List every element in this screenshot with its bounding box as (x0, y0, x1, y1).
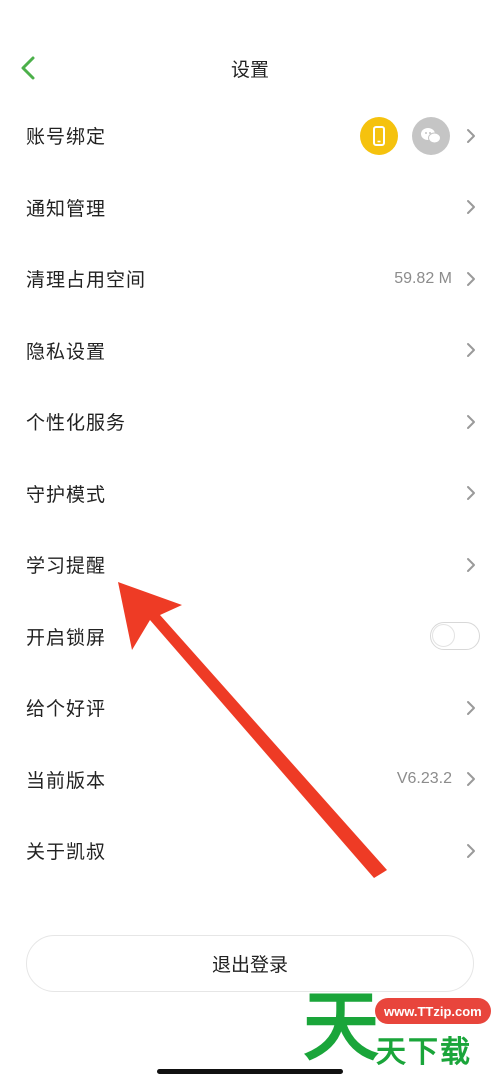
row-notification-management[interactable]: 通知管理 (0, 172, 500, 244)
lock-screen-toggle[interactable] (430, 622, 480, 651)
row-study-reminder[interactable]: 学习提醒 (0, 529, 500, 601)
row-label: 给个好评 (26, 698, 107, 721)
chevron-right-icon (467, 700, 475, 715)
chevron-right-icon (467, 271, 475, 286)
row-guardian-mode[interactable]: 守护模式 (0, 458, 500, 530)
row-label: 通知管理 (26, 197, 107, 220)
chevron-right-icon (467, 772, 475, 787)
svg-text:天: 天 (303, 985, 379, 1065)
toggle-knob (432, 624, 455, 648)
chevron-right-icon (467, 486, 475, 501)
row-lock-screen: 开启锁屏 (0, 601, 500, 673)
row-privacy-settings[interactable]: 隐私设置 (0, 315, 500, 387)
chevron-right-icon (467, 557, 475, 572)
row-label: 个性化服务 (26, 412, 127, 435)
row-label: 清理占用空间 (26, 269, 147, 292)
page-title: 设置 (230, 59, 269, 81)
logout-button[interactable]: 退出登录 (26, 935, 474, 992)
watermark-logo: 天 (303, 985, 379, 1065)
chevron-right-icon (467, 414, 475, 429)
row-about[interactable]: 关于凯叔 (0, 815, 500, 887)
row-current-version[interactable]: 当前版本 V6.23.2 (0, 744, 500, 816)
nav-header: 设置 (0, 40, 500, 96)
watermark-url: www.TTzip.com (375, 998, 491, 1024)
chevron-right-icon (467, 128, 475, 143)
chevron-right-icon (467, 343, 475, 358)
settings-list: 账号绑定 通知管理 清理占用空间 59.82 M 隐私设置 个性化服务 守护模式… (0, 100, 500, 887)
row-clear-storage[interactable]: 清理占用空间 59.82 M (0, 243, 500, 315)
chevron-right-icon (467, 200, 475, 215)
home-indicator (157, 1069, 343, 1074)
row-label: 隐私设置 (26, 340, 107, 363)
storage-size-value: 59.82 M (394, 269, 452, 287)
row-label: 开启锁屏 (26, 626, 107, 649)
wechat-icon[interactable] (412, 116, 450, 155)
row-label: 学习提醒 (26, 555, 107, 578)
chevron-right-icon (467, 843, 475, 858)
watermark-text: 天下载 (376, 1035, 472, 1070)
row-personalization[interactable]: 个性化服务 (0, 386, 500, 458)
phone-icon[interactable] (360, 116, 398, 155)
row-label: 账号绑定 (26, 126, 107, 149)
version-value: V6.23.2 (396, 770, 452, 788)
row-account-binding[interactable]: 账号绑定 (0, 100, 500, 172)
row-label: 守护模式 (26, 483, 107, 506)
row-rate-app[interactable]: 给个好评 (0, 672, 500, 744)
row-label: 关于凯叔 (26, 841, 107, 864)
row-label: 当前版本 (26, 769, 107, 792)
